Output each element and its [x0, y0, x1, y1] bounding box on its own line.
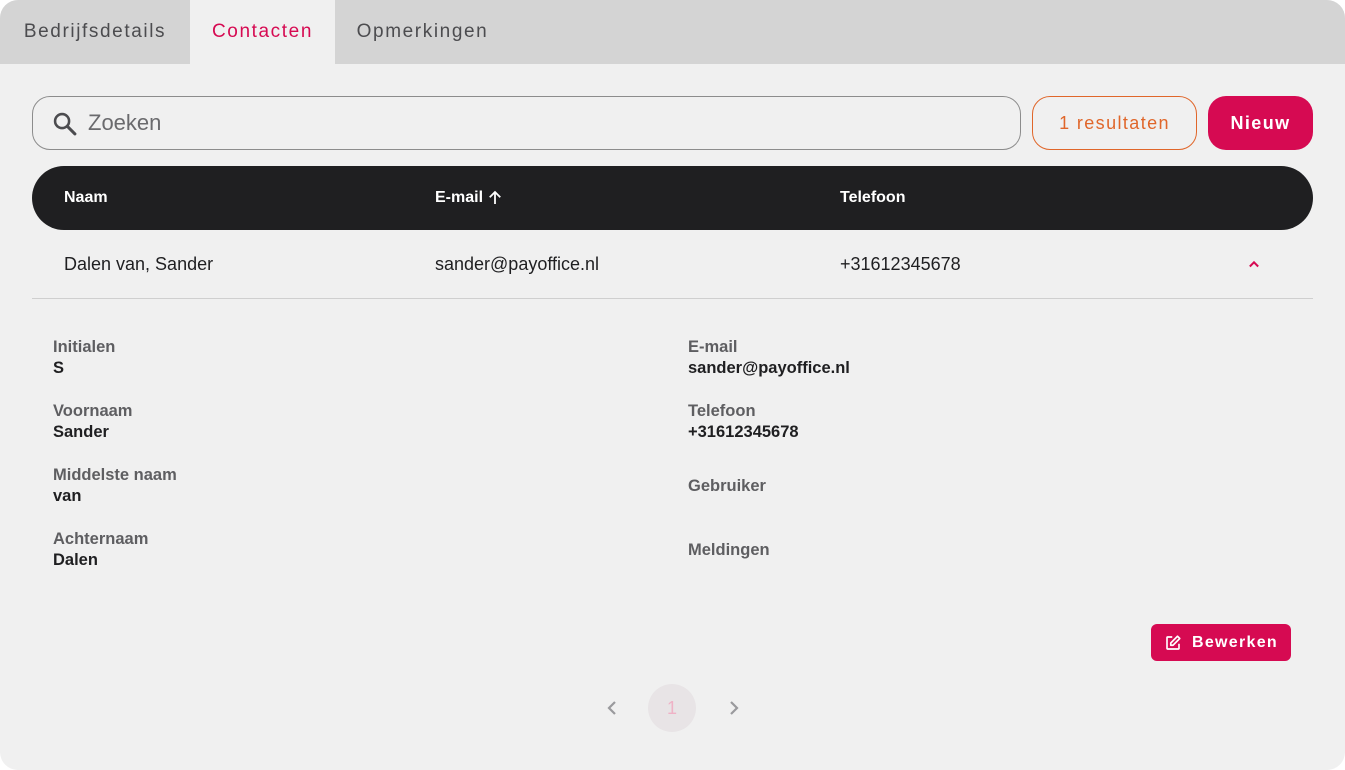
detail-value: Sander — [53, 423, 109, 441]
table-header: Naam E-mail Telefoon — [32, 166, 1313, 230]
detail-middle-name: Middelste naam van — [53, 465, 177, 507]
tab-contacten[interactable]: Contacten — [190, 0, 335, 64]
detail-phone: Telefoon +31612345678 — [688, 401, 799, 443]
row-phone: +31612345678 — [840, 253, 961, 274]
arrow-up-icon — [489, 190, 501, 204]
detail-user: Gebruiker — [688, 476, 766, 496]
column-header-phone[interactable]: Telefoon — [840, 166, 905, 230]
detail-label: Middelste naam — [53, 466, 177, 484]
detail-value: +31612345678 — [688, 423, 799, 441]
column-header-phone-label: Telefoon — [840, 189, 906, 206]
detail-label: Meldingen — [688, 541, 770, 559]
edit-icon — [1166, 634, 1181, 650]
chevron-left-icon[interactable] — [600, 696, 624, 720]
column-header-name-label: Naam — [64, 189, 108, 206]
table-row[interactable]: Dalen van, Sander sander@payoffice.nl +3… — [32, 230, 1313, 299]
detail-value: Dalen — [53, 551, 98, 569]
row-email: sander@payoffice.nl — [435, 253, 600, 274]
search-icon — [53, 112, 77, 136]
search-input[interactable] — [88, 97, 988, 149]
detail-label: Telefoon — [688, 402, 756, 420]
edit-button[interactable]: Bewerken — [1151, 624, 1291, 661]
column-header-email-label: E-mail — [435, 189, 484, 206]
contacts-panel: Bedrijfsdetails Contacten Opmerkingen 1 … — [0, 0, 1345, 770]
detail-email: E-mail sander@payoffice.nl — [688, 337, 850, 379]
chevron-up-icon[interactable] — [1244, 254, 1264, 274]
detail-label: Initialen — [53, 338, 116, 356]
detail-notifications: Meldingen — [688, 540, 770, 560]
detail-value: van — [53, 487, 82, 505]
detail-value: sander@payoffice.nl — [688, 359, 850, 377]
chevron-right-icon[interactable] — [722, 696, 746, 720]
column-header-name[interactable]: Naam — [64, 166, 108, 230]
tab-bar: Bedrijfsdetails Contacten Opmerkingen — [0, 0, 1345, 64]
row-name: Dalen van, Sander — [64, 253, 214, 274]
detail-label: Achternaam — [53, 530, 149, 548]
results-count-badge: 1 resultaten — [1032, 96, 1197, 150]
tab-bedrijfsdetails[interactable]: Bedrijfsdetails — [0, 0, 190, 64]
edit-button-label: Bewerken — [1192, 633, 1278, 651]
tab-opmerkingen[interactable]: Opmerkingen — [335, 0, 510, 64]
search-box — [32, 96, 1021, 150]
detail-first-name: Voornaam Sander — [53, 401, 132, 443]
column-header-email[interactable]: E-mail — [435, 166, 504, 230]
detail-label: Voornaam — [53, 402, 133, 420]
detail-label: E-mail — [688, 338, 738, 356]
detail-last-name: Achternaam Dalen — [53, 529, 148, 571]
new-contact-button[interactable]: Nieuw — [1208, 96, 1313, 150]
detail-value: S — [53, 359, 65, 377]
detail-label: Gebruiker — [688, 477, 766, 495]
detail-initials: Initialen S — [53, 337, 115, 379]
page-number-button[interactable]: 1 — [648, 684, 696, 732]
